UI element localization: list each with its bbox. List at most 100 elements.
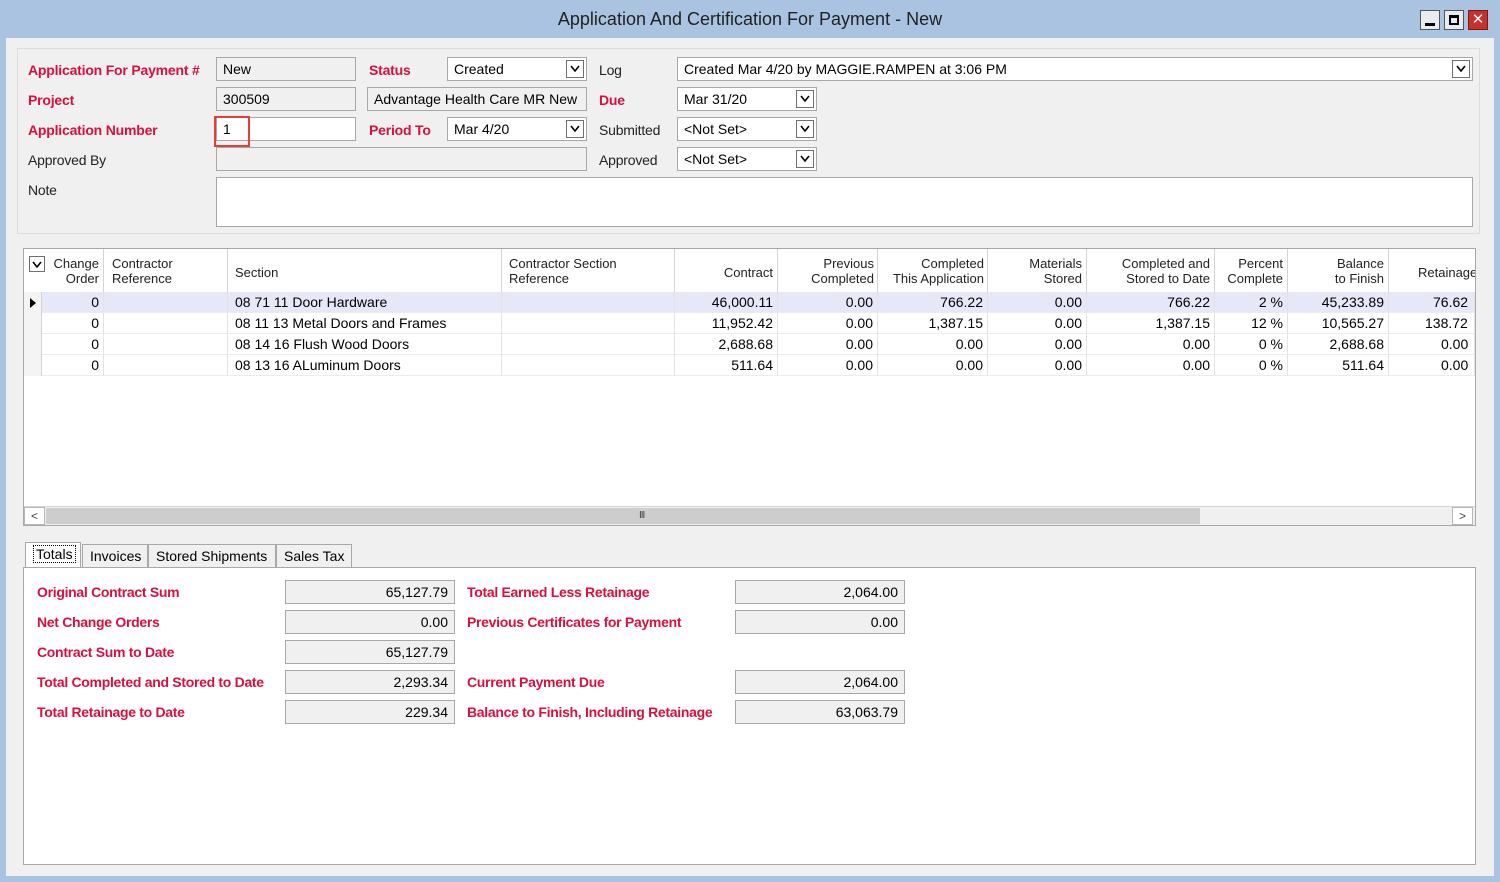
cell-change-order[interactable]: 0 — [42, 292, 104, 313]
cell-change-order[interactable]: 0 — [42, 334, 104, 355]
col-this-app[interactable]: Completed This Application — [878, 249, 988, 293]
cell-section-ref[interactable] — [502, 355, 675, 376]
table-row[interactable]: 0 08 11 13 Metal Doors and Frames 11,952… — [24, 313, 1475, 334]
cell-balance[interactable]: 2,688.68 — [1288, 334, 1389, 355]
col-contract[interactable]: Contract — [675, 249, 778, 293]
col-change-order[interactable]: Change Order — [24, 249, 104, 293]
cell-this-app[interactable]: 0.00 — [878, 334, 988, 355]
row-header[interactable] — [24, 292, 42, 313]
table-row[interactable]: 0 08 14 16 Flush Wood Doors 2,688.68 0.0… — [24, 334, 1475, 355]
cell-retainage[interactable]: 138.72 — [1389, 313, 1475, 334]
cell-to-date[interactable]: 1,387.15 — [1087, 313, 1215, 334]
close-button[interactable]: ✕ — [1468, 10, 1488, 30]
cell-to-date[interactable]: 0.00 — [1087, 334, 1215, 355]
cell-to-date[interactable]: 766.22 — [1087, 292, 1215, 313]
cell-balance[interactable]: 45,233.89 — [1288, 292, 1389, 313]
cell-section[interactable]: 08 71 11 Door Hardware — [228, 292, 502, 313]
col-previous[interactable]: Previous Completed — [778, 249, 878, 293]
cell-this-app[interactable]: 766.22 — [878, 292, 988, 313]
chevron-down-icon[interactable] — [796, 120, 814, 138]
approved-by-field[interactable] — [216, 147, 587, 171]
cell-materials[interactable]: 0.00 — [988, 313, 1087, 334]
cell-this-app[interactable]: 1,387.15 — [878, 313, 988, 334]
chevron-down-icon[interactable] — [796, 150, 814, 168]
scroll-right-button[interactable]: > — [1452, 507, 1473, 525]
col-materials[interactable]: Materials Stored — [988, 249, 1087, 293]
cell-to-date[interactable]: 0.00 — [1087, 355, 1215, 376]
note-field[interactable] — [216, 177, 1473, 227]
table-row[interactable]: 0 08 13 16 ALuminum Doors 511.64 0.00 0.… — [24, 355, 1475, 376]
cell-contractor-ref[interactable] — [104, 292, 228, 313]
tab-invoices[interactable]: Invoices — [82, 544, 148, 568]
cell-percent[interactable]: 2 % — [1215, 292, 1288, 313]
chevron-down-icon[interactable] — [1452, 60, 1470, 78]
submitted-select[interactable]: <Not Set> — [677, 117, 817, 141]
period-to-select[interactable]: Mar 4/20 — [447, 117, 587, 141]
log-select[interactable]: Created Mar 4/20 by MAGGIE.RAMPEN at 3:0… — [677, 57, 1473, 81]
col-contractor-ref[interactable]: Contractor Reference — [104, 249, 228, 293]
tab-sales-tax[interactable]: Sales Tax — [276, 544, 352, 568]
cell-contract[interactable]: 11,952.42 — [675, 313, 778, 334]
col-section[interactable]: Section — [228, 249, 502, 293]
col-retainage[interactable]: Retainage — [1389, 249, 1475, 293]
client-area: Application For Payment # New Project 30… — [6, 38, 1494, 876]
tab-stored-shipments[interactable]: Stored Shipments — [148, 544, 276, 568]
cell-previous[interactable]: 0.00 — [778, 355, 878, 376]
col-percent[interactable]: Percent Complete — [1215, 249, 1288, 293]
row-header[interactable] — [24, 355, 42, 376]
scroll-left-button[interactable]: < — [24, 507, 45, 525]
cell-section[interactable]: 08 13 16 ALuminum Doors — [228, 355, 502, 376]
cell-contractor-ref[interactable] — [104, 313, 228, 334]
cell-percent[interactable]: 0 % — [1215, 355, 1288, 376]
chevron-down-icon[interactable] — [796, 90, 814, 108]
chevron-down-icon[interactable] — [566, 120, 584, 138]
cell-balance[interactable]: 10,565.27 — [1288, 313, 1389, 334]
cell-balance[interactable]: 511.64 — [1288, 355, 1389, 376]
row-header[interactable] — [24, 334, 42, 355]
cell-materials[interactable]: 0.00 — [988, 334, 1087, 355]
col-section-ref[interactable]: Contractor Section Reference — [502, 249, 675, 293]
col-balance[interactable]: Balance to Finish — [1288, 249, 1389, 293]
cell-section[interactable]: 08 14 16 Flush Wood Doors — [228, 334, 502, 355]
horizontal-scrollbar[interactable]: < III > — [24, 506, 1475, 525]
cell-section-ref[interactable] — [502, 334, 675, 355]
tab-totals[interactable]: Totals — [25, 542, 81, 569]
title-bar: Application And Certification For Paymen… — [0, 0, 1500, 38]
cell-change-order[interactable]: 0 — [42, 313, 104, 334]
cell-percent[interactable]: 0 % — [1215, 334, 1288, 355]
cell-retainage[interactable]: 0.00 — [1389, 334, 1475, 355]
status-select[interactable]: Created — [447, 57, 587, 81]
table-row[interactable]: 0 08 71 11 Door Hardware 46,000.11 0.00 … — [24, 292, 1475, 313]
sections-grid[interactable]: Change Order Contractor Reference Sectio… — [23, 248, 1476, 526]
cell-previous[interactable]: 0.00 — [778, 292, 878, 313]
cell-section-ref[interactable] — [502, 313, 675, 334]
cell-contract[interactable]: 511.64 — [675, 355, 778, 376]
cell-contractor-ref[interactable] — [104, 334, 228, 355]
approved-select[interactable]: <Not Set> — [677, 147, 817, 171]
cell-contract[interactable]: 2,688.68 — [675, 334, 778, 355]
due-select[interactable]: Mar 31/20 — [677, 87, 817, 111]
cell-contract[interactable]: 46,000.11 — [675, 292, 778, 313]
cell-section[interactable]: 08 11 13 Metal Doors and Frames — [228, 313, 502, 334]
cell-contractor-ref[interactable] — [104, 355, 228, 376]
col-to-date[interactable]: Completed and Stored to Date — [1087, 249, 1215, 293]
cell-previous[interactable]: 0.00 — [778, 313, 878, 334]
cell-materials[interactable]: 0.00 — [988, 355, 1087, 376]
minimize-button[interactable] — [1420, 10, 1440, 30]
cell-previous[interactable]: 0.00 — [778, 334, 878, 355]
scroll-thumb[interactable]: III — [46, 508, 1200, 524]
cell-materials[interactable]: 0.00 — [988, 292, 1087, 313]
row-header[interactable] — [24, 313, 42, 334]
cell-change-order[interactable]: 0 — [42, 355, 104, 376]
approved-value: <Not Set> — [684, 151, 748, 167]
cell-retainage[interactable]: 76.62 — [1389, 292, 1475, 313]
chevron-down-icon[interactable] — [566, 60, 584, 78]
log-value: Created Mar 4/20 by MAGGIE.RAMPEN at 3:0… — [684, 61, 1007, 77]
cell-retainage[interactable]: 0.00 — [1389, 355, 1475, 376]
cell-percent[interactable]: 12 % — [1215, 313, 1288, 334]
cell-section-ref[interactable] — [502, 292, 675, 313]
project-id-field[interactable]: 300509 — [216, 87, 356, 111]
maximize-button[interactable] — [1444, 10, 1464, 30]
retainage-value: 229.34 — [285, 700, 455, 724]
cell-this-app[interactable]: 0.00 — [878, 355, 988, 376]
